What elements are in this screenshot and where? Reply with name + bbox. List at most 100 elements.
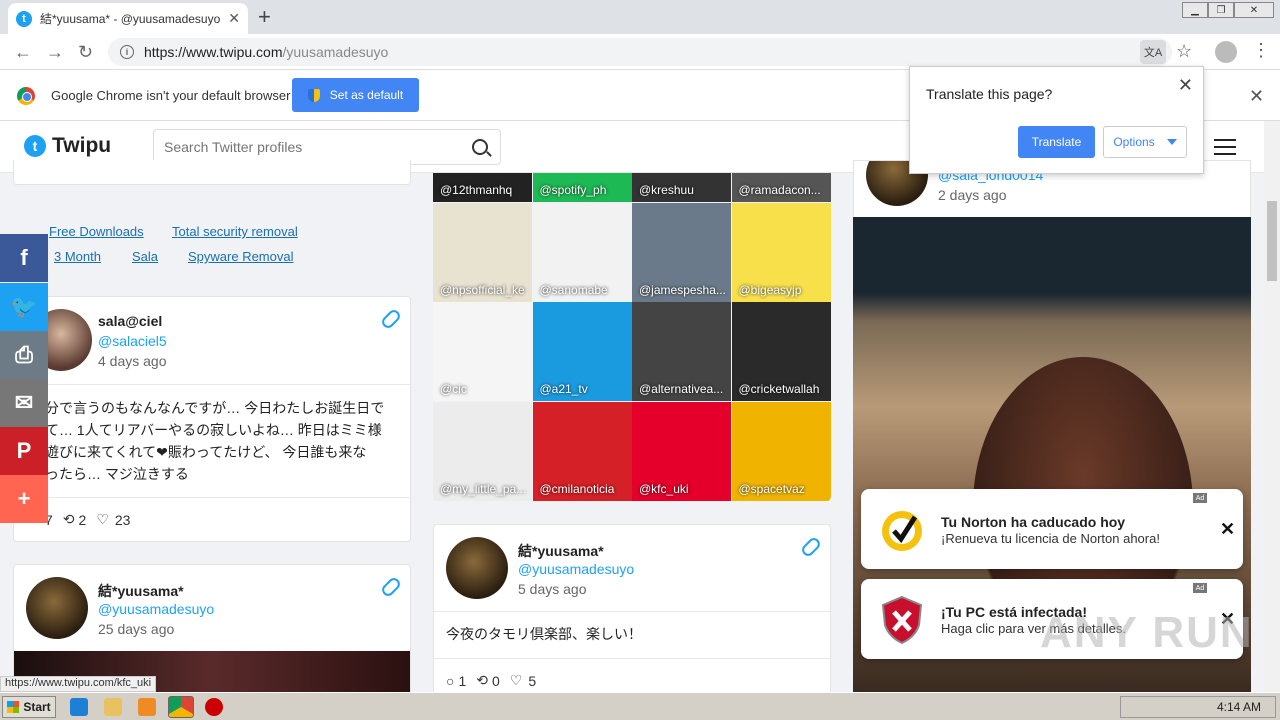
ad-link-free-downloads[interactable]: Free Downloads (49, 224, 144, 239)
system-tray: 4:14 AM (1120, 696, 1276, 718)
permalink-icon[interactable] (379, 575, 403, 599)
profile-tile[interactable]: @cic (433, 302, 532, 401)
notification-close-icon[interactable]: ✕ (1220, 519, 1235, 540)
more-share-icon[interactable]: + (0, 475, 48, 523)
twipu-logo[interactable]: t Twipu (24, 134, 111, 158)
profile-tile-label: @bigeasyjp (738, 282, 802, 297)
search-input[interactable] (164, 139, 472, 155)
tray-clock: 4:14 AM (1216, 700, 1261, 714)
profile-tile[interactable]: @sanomabe (532, 202, 632, 302)
warning-app-icon[interactable] (205, 698, 223, 716)
tweet-author-name[interactable]: 結*yuusama* (98, 581, 184, 601)
reload-icon[interactable]: ↻ (78, 42, 93, 63)
ad-link-spyware-removal[interactable]: Spyware Removal (188, 249, 294, 264)
start-label: Start (23, 700, 51, 714)
profile-avatar-icon[interactable] (1215, 41, 1237, 63)
profile-tile[interactable]: @kfc_uki (632, 401, 731, 501)
back-icon[interactable]: ← (14, 42, 32, 63)
facebook-share-icon[interactable]: f (0, 234, 48, 282)
start-button[interactable]: Start (2, 696, 56, 718)
site-info-icon[interactable]: i (120, 45, 134, 59)
browser-toolbar: ← → ↻ i https://www.twipu.com/yuusamades… (0, 34, 1280, 70)
tweet-author-name[interactable]: 結*yuusama* (518, 541, 604, 561)
close-tab-icon[interactable]: ✕ (228, 10, 240, 27)
profile-tile[interactable]: @jamespesha... (632, 202, 731, 302)
tab-title: 結*yuusama* - @yuusamadesuyo T (40, 12, 223, 26)
scrollbar-thumb[interactable] (1267, 201, 1277, 281)
explorer-folder-icon[interactable] (104, 698, 122, 716)
avatar[interactable] (446, 537, 508, 599)
profile-tile[interactable]: @a21_tv (532, 302, 632, 401)
profile-tile[interactable]: @spacetvaz (731, 401, 831, 501)
chrome-menu-icon[interactable]: ⋮ (1252, 40, 1270, 61)
url-text: https://www.twipu.com/yuusamadesuyo (144, 44, 389, 60)
page-scrollbar[interactable] (1264, 121, 1280, 692)
translate-close-icon[interactable]: ✕ (1178, 75, 1193, 96)
norton-notification[interactable]: Ad Tu Norton ha caducado hoy ¡Renueva tu… (861, 489, 1243, 569)
profile-tile[interactable]: @12thmanhq (433, 173, 532, 202)
avatar[interactable] (26, 577, 88, 639)
tweet-author-name[interactable]: sala@ciel (98, 313, 162, 329)
chevron-down-icon (1166, 139, 1177, 145)
forward-icon[interactable]: → (46, 42, 64, 63)
translate-title: Translate this page? (926, 86, 1053, 102)
ie-icon[interactable] (70, 698, 88, 716)
search-icon[interactable] (472, 139, 488, 155)
media-player-icon[interactable] (138, 698, 156, 716)
ad-badge: Ad (1193, 583, 1207, 593)
set-as-default-button[interactable]: Set as default (292, 78, 419, 112)
profile-tile-label: @alternativea... (639, 382, 724, 396)
infobar-close-icon[interactable]: ✕ (1249, 86, 1264, 107)
ad-link-total-security-removal[interactable]: Total security removal (172, 224, 298, 239)
reply-count: 1 (458, 672, 467, 689)
translate-popup: Translate this page? ✕ Translate Options (909, 66, 1204, 174)
tweet-author-handle[interactable]: @salaciel5 (98, 333, 167, 349)
profile-tile[interactable]: @cricketwallah (731, 302, 831, 401)
address-bar[interactable]: i https://www.twipu.com/yuusamadesuyo (108, 38, 1172, 66)
chrome-taskbar-icon[interactable] (168, 696, 194, 718)
chrome-logo-icon (17, 87, 35, 105)
profile-tile[interactable]: @ramadacon... (731, 173, 831, 202)
windows-flag-icon (7, 701, 20, 713)
pinterest-share-icon[interactable]: P (0, 427, 48, 475)
ad-link-sala[interactable]: Sala (132, 249, 158, 264)
ad-link-3-month[interactable]: 3 Month (54, 249, 101, 264)
retweet-count: 2 (78, 511, 87, 528)
profile-tile[interactable]: @spotify_ph (532, 173, 632, 202)
reply-icon[interactable]: ○ (446, 673, 454, 689)
tweet-time: 4 days ago (98, 353, 167, 369)
close-window-icon[interactable]: ✕ (1234, 2, 1274, 18)
profile-tile[interactable]: @bigeasyjp (731, 202, 831, 302)
profile-tile-label: @cricketwallah (738, 382, 820, 396)
like-icon[interactable]: ♡ (510, 672, 523, 689)
twitter-share-icon[interactable]: 🐦 (0, 283, 48, 331)
print-share-icon[interactable]: ⎙ (0, 331, 48, 379)
set-default-label: Set as default (329, 88, 404, 102)
notification-subtitle: ¡Renueva tu licencia de Norton ahora! (941, 531, 1160, 546)
profile-tile[interactable]: @npsofficial_ke (433, 202, 532, 302)
translate-icon[interactable]: 文A (1140, 40, 1166, 64)
retweet-icon[interactable]: ⟲ (63, 511, 75, 528)
profile-tile[interactable]: @kreshuu (632, 173, 731, 202)
profile-tile[interactable]: @cmilanoticia (532, 401, 632, 501)
hamburger-menu-icon[interactable] (1214, 139, 1236, 160)
browser-tab[interactable]: t 結*yuusama* - @yuusamadesuyo T ✕ (8, 3, 248, 34)
new-tab-icon[interactable]: + (258, 4, 271, 30)
bookmark-star-icon[interactable]: ☆ (1176, 41, 1192, 62)
restore-icon[interactable]: ❐ (1208, 2, 1234, 18)
status-bar-url: https://www.twipu.com/kfc_uki (0, 676, 157, 692)
retweet-icon[interactable]: ⟲ (476, 672, 488, 689)
email-share-icon[interactable]: ✉ (0, 379, 48, 427)
divider (434, 611, 830, 612)
minimize-icon[interactable]: ▁ (1182, 2, 1208, 18)
profile-tile[interactable]: @alternativea... (632, 302, 731, 401)
permalink-icon[interactable] (379, 307, 403, 331)
translate-options-button[interactable]: Options (1103, 126, 1187, 158)
tweet-author-handle[interactable]: @yuusamadesuyo (98, 601, 214, 617)
like-count: 5 (528, 672, 537, 689)
like-icon[interactable]: ♡ (96, 511, 109, 528)
translate-button[interactable]: Translate (1018, 126, 1095, 158)
tweet-author-handle[interactable]: @yuusamadesuyo (518, 561, 634, 577)
profile-tile[interactable]: @my_little_pa... (433, 401, 532, 501)
permalink-icon[interactable] (799, 535, 823, 559)
